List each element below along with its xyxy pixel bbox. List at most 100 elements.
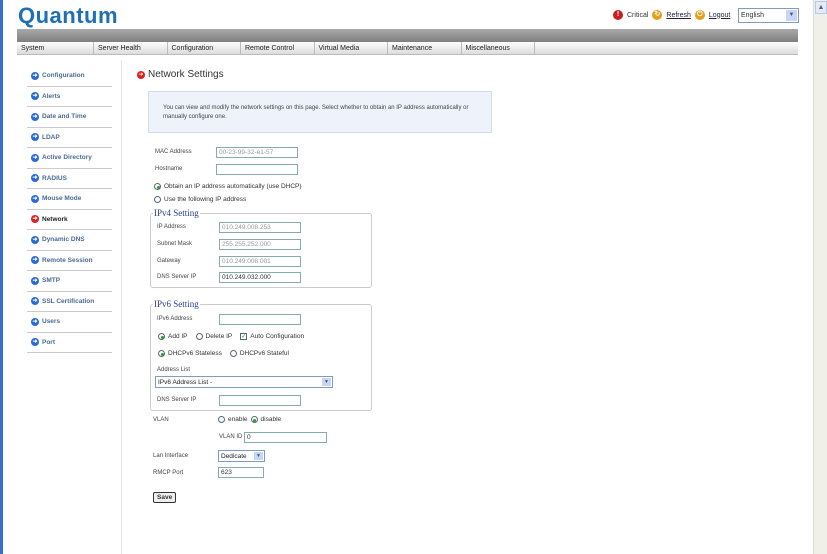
chevron-down-icon: ▼ bbox=[254, 452, 263, 460]
sidebar-item-ssl-certification[interactable]: ➜ SSL Certification bbox=[27, 292, 112, 312]
arrow-icon: ➜ bbox=[137, 70, 145, 79]
critical-status: Critical bbox=[627, 11, 649, 19]
stateful-radio[interactable] bbox=[229, 350, 237, 357]
delete-ip-radio[interactable] bbox=[195, 333, 203, 340]
arrow-icon: ➜ bbox=[31, 317, 39, 326]
arrow-icon: ➜ bbox=[31, 71, 39, 80]
menu-maintenance[interactable]: Maintenance bbox=[388, 42, 462, 54]
arrow-icon: ➜ bbox=[31, 92, 39, 101]
ip-field[interactable]: 010.249.008.253 bbox=[219, 222, 301, 233]
address-list-select[interactable]: IPv6 Address List - ▼ bbox=[155, 376, 333, 388]
chevron-down-icon: ▼ bbox=[786, 10, 797, 21]
arrow-icon: ➜ bbox=[31, 174, 39, 183]
ipv4-legend: IPv4 Setting bbox=[153, 208, 200, 218]
sidebar-item-users[interactable]: ➜ Users bbox=[27, 312, 112, 333]
add-ip-radio[interactable] bbox=[158, 333, 165, 340]
vlan-id-label: VLAN ID bbox=[219, 434, 243, 440]
menu-virtual-media[interactable]: Virtual Media bbox=[315, 42, 388, 54]
hostname-label: Hostname bbox=[155, 166, 183, 172]
sidebar: ➜ Configuration ➜ Alerts ➜ Date and Time ➜ LDAP… bbox=[27, 66, 112, 353]
logout-icon[interactable]: ⏻ bbox=[694, 10, 705, 20]
dns-field[interactable]: 010.249.032.000 bbox=[219, 272, 301, 283]
scroll-up-icon[interactable]: ▲ bbox=[815, 1, 827, 14]
arrow-icon: ➜ bbox=[31, 276, 39, 285]
ip-label: IP Address bbox=[157, 224, 186, 230]
arrow-icon: ➜ bbox=[31, 153, 39, 162]
static-ip-label: Use the following IP address bbox=[164, 196, 247, 203]
stateless-label: DHCPv6 Stateless bbox=[168, 350, 222, 357]
menu-system[interactable]: System bbox=[17, 42, 94, 54]
sidebar-item-ldap[interactable]: ➜ LDAP bbox=[27, 128, 112, 148]
sidebar-item-configuration[interactable]: ➜ Configuration bbox=[27, 66, 112, 87]
sidebar-item-label: Users bbox=[42, 318, 61, 326]
gateway-label: Gateway bbox=[157, 258, 181, 264]
auto-config-checkbox[interactable]: ✓ bbox=[240, 333, 248, 340]
refresh-icon[interactable]: ↻ bbox=[652, 10, 663, 20]
info-box: You can view and modify the network sett… bbox=[148, 91, 492, 133]
language-value: English bbox=[741, 12, 764, 19]
vlan-id-field[interactable]: 0 bbox=[244, 432, 327, 443]
mask-field[interactable]: 255.255.252.000 bbox=[219, 239, 301, 250]
sidebar-item-label: Date and Time bbox=[42, 113, 87, 121]
static-ip-radio[interactable] bbox=[154, 196, 161, 203]
ipv6-address-field[interactable] bbox=[219, 314, 301, 325]
window-border bbox=[0, 0, 3, 554]
sidebar-item-radius[interactable]: ➜ RADIUS bbox=[27, 169, 112, 189]
menu-remote-control[interactable]: Remote Control bbox=[241, 42, 315, 54]
logout-link[interactable]: Logout bbox=[709, 12, 730, 19]
menu-server-health[interactable]: Server Health bbox=[94, 42, 168, 54]
sidebar-item-label: Remote Session bbox=[42, 256, 93, 264]
sidebar-item-date-and-time[interactable]: ➜ Date and Time bbox=[27, 107, 112, 128]
sidebar-item-remote-session[interactable]: ➜ Remote Session bbox=[27, 251, 112, 271]
page-title-text: Network Settings bbox=[148, 69, 224, 80]
stateless-radio[interactable] bbox=[158, 350, 165, 357]
critical-icon: ! bbox=[613, 10, 623, 20]
sidebar-item-label: Configuration bbox=[42, 72, 85, 80]
sidebar-item-mouse-mode[interactable]: ➜ Mouse Mode bbox=[27, 189, 112, 210]
ipv6-dns-label: DNS Server IP bbox=[157, 397, 197, 403]
sidebar-item-smtp[interactable]: ➜ SMTP bbox=[27, 271, 112, 292]
rmcp-port-field[interactable]: 623 bbox=[218, 467, 264, 478]
vlan-label: VLAN bbox=[153, 417, 169, 423]
gateway-field[interactable]: 010.249.008.001 bbox=[219, 256, 301, 267]
arrow-icon: ➜ bbox=[31, 297, 39, 306]
hostname-field[interactable] bbox=[216, 164, 298, 175]
sidebar-item-network[interactable]: ➜ Network bbox=[27, 210, 112, 230]
vertical-scrollbar[interactable]: ▲ bbox=[813, 0, 827, 554]
save-button[interactable]: Save bbox=[153, 492, 177, 503]
refresh-link[interactable]: Refresh bbox=[666, 12, 691, 19]
stateful-label: DHCPv6 Stateful bbox=[239, 350, 289, 357]
sidebar-item-label: Dynamic DNS bbox=[42, 236, 85, 244]
arrow-icon: ➜ bbox=[31, 235, 39, 244]
sidebar-item-dynamic-dns[interactable]: ➜ Dynamic DNS bbox=[27, 230, 112, 251]
vlan-enable-label: enable bbox=[228, 416, 248, 423]
sidebar-item-label: Network bbox=[42, 215, 68, 223]
ipv6-dns-field[interactable] bbox=[219, 395, 301, 406]
arrow-icon: ➜ bbox=[31, 215, 39, 224]
menu-configuration[interactable]: Configuration bbox=[168, 42, 241, 54]
sidebar-item-port[interactable]: ➜ Port bbox=[27, 333, 112, 353]
ipv6-address-label: IPv6 Address bbox=[157, 316, 193, 322]
dhcp-label: Obtain an IP address automatically (use … bbox=[164, 183, 302, 190]
sidebar-item-label: LDAP bbox=[42, 133, 60, 141]
arrow-icon: ➜ bbox=[31, 133, 39, 142]
chevron-down-icon: ▼ bbox=[322, 378, 331, 386]
sidebar-item-label: Mouse Mode bbox=[42, 195, 82, 203]
vlan-enable-radio[interactable] bbox=[218, 416, 225, 423]
dhcp-radio[interactable] bbox=[154, 183, 161, 190]
sidebar-item-alerts[interactable]: ➜ Alerts bbox=[27, 87, 112, 107]
sidebar-item-label: RADIUS bbox=[42, 174, 67, 182]
rmcp-port-label: RMCP Port bbox=[153, 470, 184, 476]
lan-interface-select[interactable]: Dedicate ▼ bbox=[218, 450, 265, 462]
mask-label: Subnet Mask bbox=[157, 241, 193, 247]
vlan-disable-label: disable bbox=[260, 416, 282, 423]
menu-miscellaneous[interactable]: Miscellaneous bbox=[462, 42, 535, 54]
sidebar-item-active-directory[interactable]: ➜ Active Directory bbox=[27, 148, 112, 169]
language-select[interactable]: English ▼ bbox=[738, 8, 799, 23]
vlan-disable-radio[interactable] bbox=[250, 416, 258, 423]
mac-label: MAC Address bbox=[155, 149, 192, 155]
page-title: ➜ Network Settings bbox=[137, 69, 224, 80]
address-list-value: IPv6 Address List - bbox=[158, 379, 213, 386]
arrow-icon: ➜ bbox=[31, 338, 39, 347]
sidebar-item-label: Active Directory bbox=[42, 154, 92, 162]
